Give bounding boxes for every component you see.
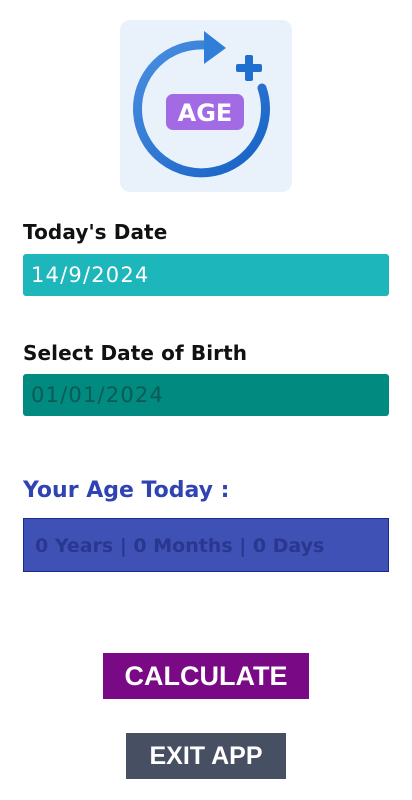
exit-app-button[interactable]: EXIT APP xyxy=(126,733,286,779)
app-logo: AGE xyxy=(120,20,292,192)
logo-text: AGE xyxy=(178,99,233,127)
age-refresh-icon: AGE xyxy=(132,31,270,178)
dob-label: Select Date of Birth xyxy=(23,341,248,365)
calculate-button[interactable]: CALCULATE xyxy=(103,653,309,699)
age-heading: Your Age Today : xyxy=(23,478,230,503)
dob-input[interactable] xyxy=(23,374,389,416)
today-date-label: Today's Date xyxy=(23,220,168,244)
age-result-box: 0 Years | 0 Months | 0 Days xyxy=(23,518,389,572)
today-date-field: 14/9/2024 xyxy=(23,254,389,296)
